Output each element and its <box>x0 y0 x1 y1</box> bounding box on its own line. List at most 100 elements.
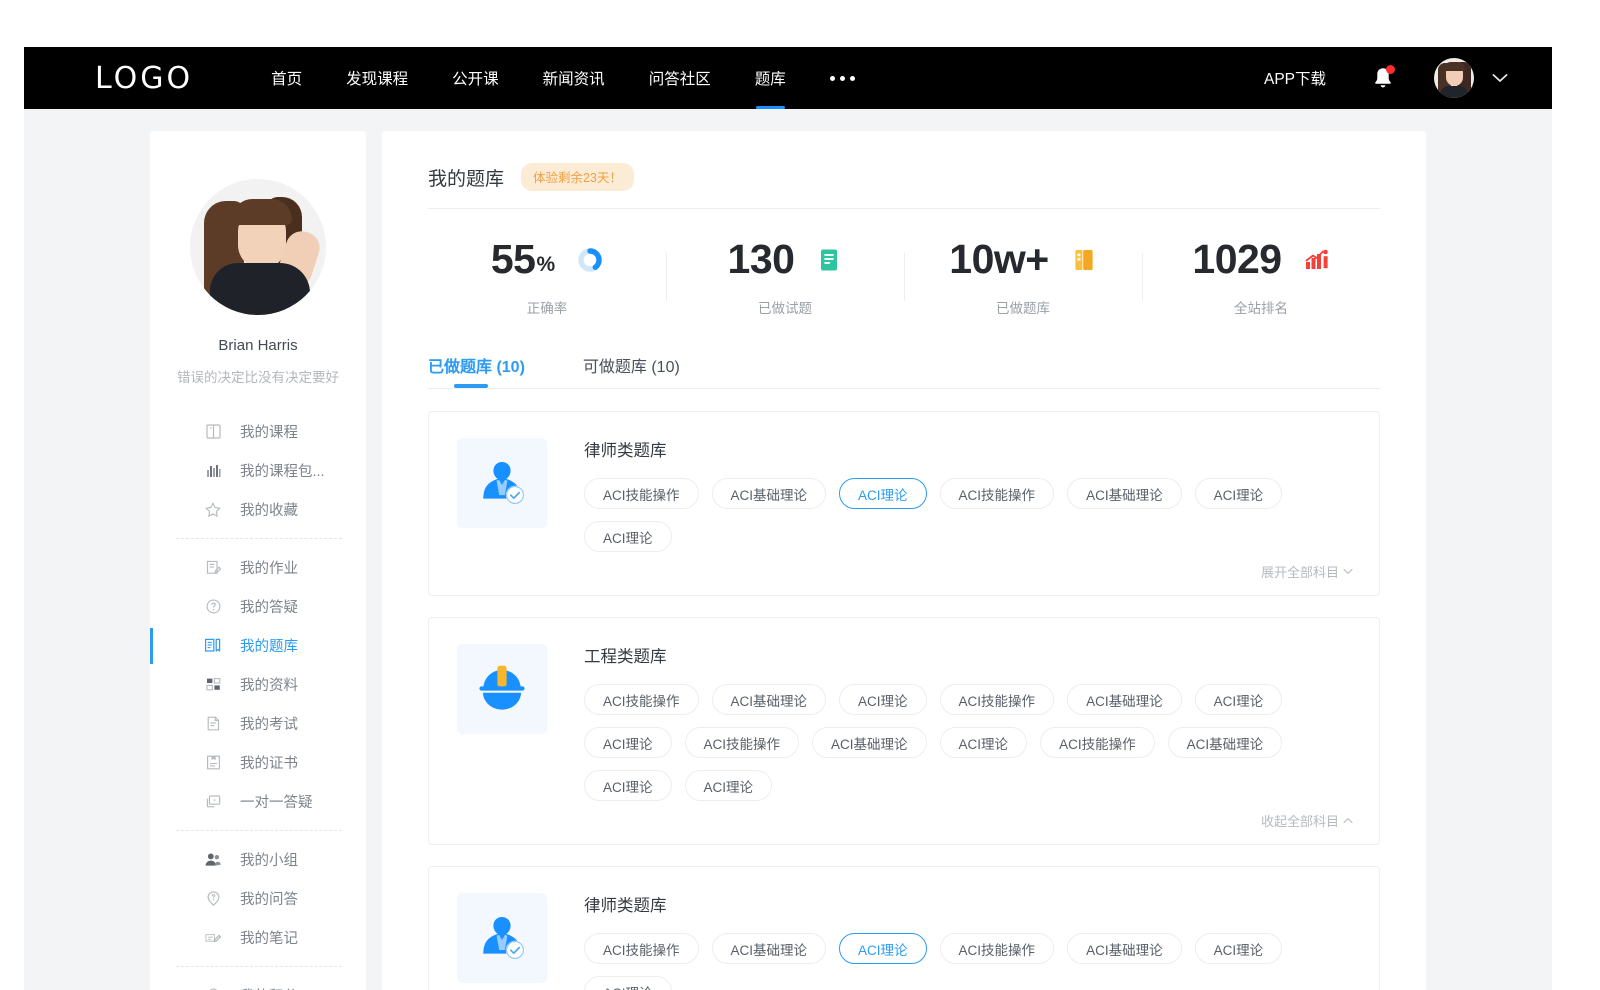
sidebar-item-11[interactable]: 一对一答疑 <box>150 782 366 821</box>
question-bank-list: 律师类题库ACI技能操作ACI基础理论ACI理论ACI技能操作ACI基础理论AC… <box>428 411 1380 990</box>
sidebar-item-label: 我的课程包... <box>240 460 325 481</box>
subject-tag[interactable]: ACI理论 <box>839 684 927 715</box>
question-bank-card: 工程类题库 ACI技能操作 ACI基础理论 ACI理论 ACI技能操作 ACI基础理论 AC… <box>428 617 1380 845</box>
subject-tag[interactable]: ACI基础理论 <box>812 727 927 758</box>
nav-link-5[interactable]: 问答社区 <box>649 47 711 109</box>
subject-tag[interactable]: ACI基础理论 <box>1067 684 1182 715</box>
subject-tag[interactable]: ACI技能操作 <box>584 478 699 509</box>
subject-tag[interactable]: ACI技能操作 <box>584 933 699 964</box>
sidebar-item-label: 我的小组 <box>240 849 298 870</box>
yellow-book-icon <box>1071 247 1097 273</box>
sidebar-item-label: 我的题库 <box>240 635 298 656</box>
subject-tag[interactable]: ACI基础理论 <box>712 933 827 964</box>
subject-tag[interactable]: ACI理论 <box>839 478 927 509</box>
stat-card-2: 130已做试题 <box>666 239 904 317</box>
subject-tag[interactable]: ACI基础理论 <box>712 478 827 509</box>
stat-value-row: 1029 <box>1142 239 1380 280</box>
files-icon <box>204 676 222 694</box>
subject-tag[interactable]: ACI理论 <box>940 727 1028 758</box>
card-title: 工程类题库 <box>584 643 1353 667</box>
subject-tag[interactable]: ACI技能操作 <box>940 933 1055 964</box>
stat-card-3: 10w+已做题库 <box>904 239 1142 317</box>
subject-tag[interactable]: ACI理论 <box>839 933 927 964</box>
ellipsis-icon[interactable] <box>830 47 855 109</box>
subject-tag[interactable]: ACI基础理论 <box>1067 478 1182 509</box>
stat-label: 全站排名 <box>1142 297 1380 317</box>
card-tag-list: ACI技能操作 ACI基础理论 ACI理论 ACI技能操作 ACI基础理论 ACI理论 AC… <box>584 478 1353 564</box>
site-logo[interactable]: LOGO <box>95 61 193 96</box>
homework-icon <box>204 559 222 577</box>
subject-tag[interactable]: ACI理论 <box>584 976 672 990</box>
donut-progress-icon <box>577 247 603 273</box>
card-title: 律师类题库 <box>584 437 1353 461</box>
app-download-link[interactable]: APP下载 <box>1264 67 1326 89</box>
chevron-down-icon[interactable] <box>1492 73 1508 83</box>
sidebar-item-3[interactable]: 我的收藏 <box>150 490 366 529</box>
tab-1[interactable]: 已做题库 (10) <box>428 353 525 388</box>
stat-card-4: 1029 全站排名 <box>1142 239 1380 317</box>
subject-tag[interactable]: ACI技能操作 <box>940 684 1055 715</box>
stat-value-row: 10w+ <box>904 239 1142 280</box>
green-doc-icon <box>816 247 842 273</box>
subject-tag[interactable]: ACI理论 <box>1195 933 1283 964</box>
subject-tag[interactable]: ACI基础理论 <box>1067 933 1182 964</box>
card-body: 律师类题库ACI技能操作ACI基础理论ACI理论ACI技能操作ACI基础理论AC… <box>584 434 1353 581</box>
sidebar-item-13[interactable]: 我的小组 <box>150 840 366 879</box>
sidebar-item-15[interactable]: 我的笔记 <box>150 918 366 957</box>
toggle-subjects-button[interactable]: 收起全部科目 <box>584 811 1353 830</box>
sidebar-item-10[interactable]: 我的证书 <box>150 743 366 782</box>
sidebar-item-label: 一对一答疑 <box>240 791 313 812</box>
nav-link-2[interactable]: 发现课程 <box>346 47 408 109</box>
subject-tag[interactable]: ACI理论 <box>685 770 773 801</box>
lawyer-avatar-icon <box>457 893 547 983</box>
nav-link-6[interactable]: 题库 <box>755 47 786 109</box>
subject-tag[interactable]: ACI基础理论 <box>712 684 827 715</box>
subject-tag[interactable]: ACI技能操作 <box>1040 727 1155 758</box>
chevron-up-icon <box>1339 817 1353 824</box>
notification-bell-button[interactable] <box>1372 66 1394 90</box>
stat-value-row: 130 <box>666 239 904 280</box>
subject-tag[interactable]: ACI理论 <box>584 727 672 758</box>
toggle-subjects-label: 收起全部科目 <box>1261 811 1339 830</box>
question-bank-card: 律师类题库 ACI技能操作 ACI基础理论 ACI理论 ACI技能操作 ACI基础理论 AC… <box>428 866 1380 990</box>
subject-tag[interactable]: ACI技能操作 <box>685 727 800 758</box>
card-body: 工程类题库 ACI技能操作 ACI基础理论 ACI理论 ACI技能操作 ACI基础理论 AC… <box>584 640 1353 830</box>
subject-tag[interactable]: ACI基础理论 <box>1168 727 1283 758</box>
sidebar-item-2[interactable]: 我的课程包... <box>150 451 366 490</box>
subject-tag[interactable]: ACI理论 <box>1195 684 1283 715</box>
user-avatar[interactable] <box>1434 58 1474 98</box>
sidebar-item-8[interactable]: 我的资料 <box>150 665 366 704</box>
tab-bar: 已做题库 (10) 可做题库 (10) <box>428 317 1380 388</box>
chat-icon <box>204 793 222 811</box>
toggle-subjects-button[interactable]: 展开全部科目 <box>584 562 1353 581</box>
tab-divider <box>428 388 1380 389</box>
stat-label: 正确率 <box>428 297 666 317</box>
profile-avatar <box>190 179 326 315</box>
subject-tag[interactable]: ACI技能操作 <box>940 478 1055 509</box>
nav-link-4[interactable]: 新闻资讯 <box>543 47 605 109</box>
group-icon <box>204 851 222 869</box>
nav-link-3[interactable]: 公开课 <box>452 47 499 109</box>
subject-tag[interactable]: ACI技能操作 <box>584 684 699 715</box>
sidebar-item-6[interactable]: 我的答疑 <box>150 587 366 626</box>
sidebar-item-14[interactable]: 我的问答 <box>150 879 366 918</box>
sidebar-item-7[interactable]: 我的题库 <box>150 626 366 665</box>
sidebar-item-9[interactable]: 我的考试 <box>150 704 366 743</box>
sidebar-item-17[interactable]: 我的积分 <box>150 976 366 990</box>
sidebar-profile: Brian Harris 错误的决定比没有决定要好 <box>150 131 366 386</box>
sidebar-item-label: 我的笔记 <box>240 927 298 948</box>
tab-2[interactable]: 可做题库 (10) <box>583 353 680 388</box>
sidebar-item-1[interactable]: 我的课程 <box>150 412 366 451</box>
sidebar-menu: 我的课程我的课程包... 我的收藏我的作业我的答疑我的题库我的资料我的考试我的证书… <box>150 412 366 990</box>
subject-tag[interactable]: ACI理论 <box>584 521 672 552</box>
sidebar-item-label: 我的证书 <box>240 752 298 773</box>
card-title: 律师类题库 <box>584 892 1353 916</box>
question-bank-card: 律师类题库ACI技能操作ACI基础理论ACI理论ACI技能操作ACI基础理论AC… <box>428 411 1380 596</box>
subject-tag[interactable]: ACI理论 <box>584 770 672 801</box>
nav-link-1[interactable]: 首页 <box>271 47 302 109</box>
subject-tag[interactable]: ACI理论 <box>1195 478 1283 509</box>
sidebar-item-label: 我的问答 <box>240 888 298 909</box>
sidebar-item-5[interactable]: 我的作业 <box>150 548 366 587</box>
sidebar-item-label: 我的答疑 <box>240 596 298 617</box>
stats-row: 55%正确率130已做试题10w+已做题库1029全站排名 <box>428 209 1380 317</box>
